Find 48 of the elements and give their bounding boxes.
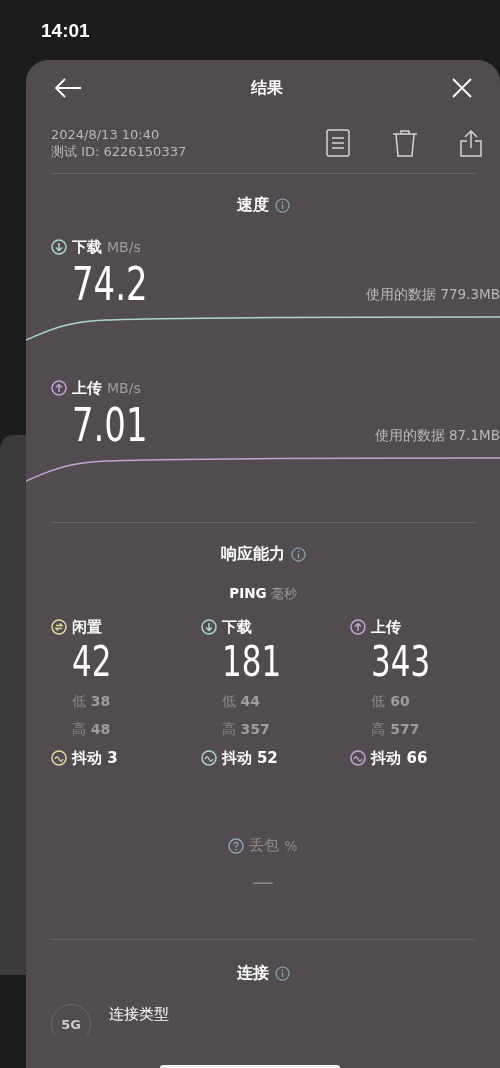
speed-value: 74.2 xyxy=(72,260,148,308)
ping-label: 上传 xyxy=(371,617,402,637)
page-title: 结果 xyxy=(251,77,283,99)
section-title: 响应能力 xyxy=(220,543,285,565)
info-icon[interactable] xyxy=(274,197,290,213)
info-icon[interactable] xyxy=(290,546,306,562)
ping-value: 42 xyxy=(72,638,112,686)
close-icon[interactable] xyxy=(452,78,472,98)
wave-icon xyxy=(200,750,217,766)
jitter-text: 抖动 52 xyxy=(221,748,278,768)
speed-unit: MB/s xyxy=(107,239,141,255)
data-used-text: 使用的数据 779.3MB xyxy=(366,286,500,304)
high-ping-text: 高 357 xyxy=(221,721,270,739)
low-ping-text: 低 38 xyxy=(72,693,111,711)
wave-icon xyxy=(350,750,367,766)
section-title: 速度 xyxy=(236,194,269,216)
ping-value: 343 xyxy=(371,638,431,686)
trash-icon[interactable] xyxy=(392,129,418,157)
data-used-text: 使用的数据 87.1MB xyxy=(374,427,500,445)
back-arrow-icon[interactable] xyxy=(54,77,82,99)
ping-label: 闲置 xyxy=(72,617,102,637)
ping-label: PING xyxy=(229,585,267,601)
low-ping-text: 低 60 xyxy=(371,693,410,711)
ping-value: 181 xyxy=(221,638,281,686)
test-id: 测试 ID: 6226150337 xyxy=(51,143,187,160)
info-icon[interactable] xyxy=(274,965,290,981)
packet-loss-unit: % xyxy=(284,837,298,854)
speed-value: 7.01 xyxy=(72,401,148,449)
test-date: 2024/8/13 10:40 xyxy=(51,126,161,143)
section-title: 连接 xyxy=(236,962,269,984)
speed-label: 下载 xyxy=(72,237,102,257)
ping-unit: 毫秒 xyxy=(270,586,297,601)
jitter-text: 抖动 3 xyxy=(72,748,118,768)
status-time: 14:01 xyxy=(41,20,90,41)
speed-unit: MB/s xyxy=(107,380,141,396)
wave-icon xyxy=(51,750,67,766)
low-ping-text: 低 44 xyxy=(221,693,261,711)
share-icon[interactable] xyxy=(460,129,482,157)
packet-loss-value: — xyxy=(252,869,274,894)
speed-label: 上传 xyxy=(72,378,102,398)
connection-label: 连接类型 xyxy=(109,1005,169,1024)
high-ping-text: 高 48 xyxy=(72,721,111,739)
ping-label: 下载 xyxy=(221,617,252,637)
jitter-text: 抖动 66 xyxy=(371,748,428,768)
help-icon[interactable] xyxy=(228,837,245,854)
document-icon[interactable] xyxy=(326,129,350,157)
packet-loss-label: 丢包 xyxy=(249,836,280,855)
high-ping-text: 高 577 xyxy=(371,721,420,739)
